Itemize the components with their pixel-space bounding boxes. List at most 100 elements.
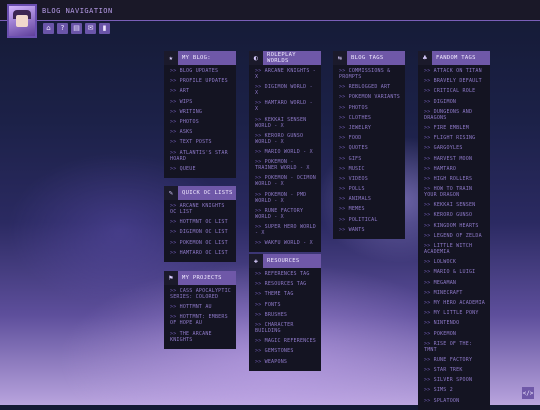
nav-link[interactable]: QUEUE xyxy=(170,166,232,172)
nav-link[interactable]: HOW TO TRAIN YOUR DRAGON xyxy=(424,186,486,198)
nav-link[interactable]: MY LITTLE PONY xyxy=(424,310,486,316)
nav-link[interactable]: LEGEND OF ZELDA xyxy=(424,233,486,239)
nav-link[interactable]: THE ARCANE KNIGHTS xyxy=(170,331,232,343)
nav-link[interactable]: HAMTARO WORLD - X xyxy=(255,100,317,112)
link-list: COMMISSIONS & PROMPTS REBLOGGED ART POKEMO… xyxy=(333,65,405,239)
nav-link[interactable]: ASKS xyxy=(170,129,232,135)
nav-link[interactable]: SIMS 2 xyxy=(424,387,486,393)
nav-link[interactable]: WANTS xyxy=(339,227,401,233)
nav-link[interactable]: HOTTMNT OC LIST xyxy=(170,219,232,225)
nav-link[interactable]: HIGH ROLLERS xyxy=(424,176,486,182)
nav-link[interactable]: SUPER HERO WORLD - X xyxy=(255,224,317,236)
nav-link[interactable]: GEMSTONES xyxy=(255,348,317,354)
box-title: FANDOM TAGS xyxy=(436,55,476,61)
nav-link[interactable]: RISE OF THE: TMNT xyxy=(424,341,486,353)
nav-link[interactable]: PHOTOS xyxy=(339,105,401,111)
nav-link[interactable]: DIGIMON WORLD - X xyxy=(255,84,317,96)
nav-link[interactable]: BRUSHES xyxy=(255,312,317,318)
nav-link[interactable]: HOTTMNT AU xyxy=(170,304,232,310)
nav-link[interactable]: TEXT POSTS xyxy=(170,139,232,145)
nav-link[interactable]: ATTACK ON TITAN xyxy=(424,68,486,74)
nav-link[interactable]: ATLANTIS'S STAR HOARD xyxy=(170,150,232,162)
nav-link[interactable]: POKEMON xyxy=(424,331,486,337)
nav-link[interactable]: POKEMON - TRAINER WORLD - X xyxy=(255,159,317,171)
nav-link[interactable]: ART xyxy=(170,88,232,94)
nav-link[interactable]: SPLATOON xyxy=(424,398,486,404)
nav-link[interactable]: VIDEOS xyxy=(339,176,401,182)
mail-icon[interactable]: ✉ xyxy=(85,23,96,34)
nav-link[interactable]: MUSIC xyxy=(339,166,401,172)
nav-link[interactable]: ANIMALS xyxy=(339,196,401,202)
nav-link[interactable]: KERORO GUNSO WORLD - X xyxy=(255,133,317,145)
nav-link[interactable]: REFERENCES TAG xyxy=(255,271,317,277)
code-button[interactable]: </> xyxy=(522,387,534,399)
nav-link[interactable]: DUNGEONS AND DRAGONS xyxy=(424,109,486,121)
nav-link[interactable]: GARGOYLES xyxy=(424,145,486,151)
nav-link[interactable]: FIRE EMBLEM xyxy=(424,125,486,131)
nav-link[interactable]: STAR TREK xyxy=(424,367,486,373)
nav-link[interactable]: POLITICAL xyxy=(339,217,401,223)
nav-link[interactable]: DIGIMON xyxy=(424,99,486,105)
nav-link[interactable]: GIFS xyxy=(339,156,401,162)
nav-link[interactable]: MINECRAFT xyxy=(424,290,486,296)
nav-link[interactable]: SILVER SPOON xyxy=(424,377,486,383)
nav-link[interactable]: FOOD xyxy=(339,135,401,141)
nav-link[interactable]: FONTS xyxy=(255,302,317,308)
nav-link[interactable]: POKEMON - OCIMON WORLD - X xyxy=(255,175,317,187)
nav-link[interactable]: MY HERO ACADEMIA xyxy=(424,300,486,306)
nav-link[interactable]: PHOTOS xyxy=(170,119,232,125)
nav-link[interactable]: POKEMON OC LIST xyxy=(170,240,232,246)
link-list: CASS APOCALYPTIC SERIES: COLORED HOTTMNT … xyxy=(164,285,236,349)
box-title: ROLEPLAY WORLDS xyxy=(266,52,296,64)
nav-link[interactable]: DIGIMON OC LIST xyxy=(170,229,232,235)
nav-link[interactable]: FLIGHT RISING xyxy=(424,135,486,141)
nav-link[interactable]: RUNE FACTORY WORLD - X xyxy=(255,208,317,220)
nav-link[interactable]: HAMTARO xyxy=(424,166,486,172)
nav-link[interactable]: KEKKAI SENSEN WORLD - X xyxy=(255,117,317,129)
help-icon[interactable]: ? xyxy=(57,23,68,34)
nav-link[interactable]: HAMTARO OC LIST xyxy=(170,250,232,256)
nav-link[interactable]: CLOTHES xyxy=(339,115,401,121)
avatar[interactable] xyxy=(7,4,37,38)
nav-link[interactable]: ARCANE KNIGHTS OC LIST xyxy=(170,203,232,215)
nav-link[interactable]: PROFILE UPDATES xyxy=(170,78,232,84)
nav-link[interactable]: MARIO WORLD - X xyxy=(255,149,317,155)
nav-link[interactable]: LOLWOCK xyxy=(424,259,486,265)
nav-link[interactable]: RUNE FACTORY xyxy=(424,357,486,363)
nav-link[interactable]: COMMISSIONS & PROMPTS xyxy=(339,68,401,80)
nav-link[interactable]: ARCANE KNIGHTS - X xyxy=(255,68,317,80)
nav-link[interactable]: MARIO & LUIGI xyxy=(424,269,486,275)
nav-link[interactable]: MAGIC REFERENCES xyxy=(255,338,317,344)
nav-link[interactable]: BRAVELY DEFAULT xyxy=(424,78,486,84)
nav-link[interactable]: QUOTES xyxy=(339,145,401,151)
nav-link[interactable]: HOTTMNT: EMBERS OF HOPE AU xyxy=(170,314,232,326)
nav-link[interactable]: CRITICAL ROLE xyxy=(424,88,486,94)
nav-link[interactable]: MEGAMAN xyxy=(424,280,486,286)
nav-link[interactable]: LITTLE WITCH ACADEMIA xyxy=(424,243,486,255)
nav-link[interactable]: POKEMON - PMD WORLD - X xyxy=(255,192,317,204)
nav-link[interactable]: REBLOGGED ART xyxy=(339,84,401,90)
nav-link[interactable]: KERORO GUNSO xyxy=(424,212,486,218)
nav-link[interactable]: WAKFU WORLD - X xyxy=(255,240,317,246)
nav-link[interactable]: KINGDOM HEARTS xyxy=(424,223,486,229)
box-title: BLOG TAGS xyxy=(351,55,384,61)
nav-link[interactable]: WEAPONS xyxy=(255,359,317,365)
nav-link[interactable]: CHARACTER BUILDING xyxy=(255,322,317,334)
nav-link[interactable]: WRITING xyxy=(170,109,232,115)
page-icon[interactable]: ▤ xyxy=(71,23,82,34)
my-blog-header: ★ MY BLOG: xyxy=(164,51,236,65)
nav-link[interactable]: WIPS xyxy=(170,99,232,105)
nav-link[interactable]: THEME TAG xyxy=(255,291,317,297)
nav-link[interactable]: BLOG UPDATES xyxy=(170,68,232,74)
nav-link[interactable]: CASS APOCALYPTIC SERIES: COLORED xyxy=(170,288,232,300)
nav-link[interactable]: RESOURCES TAG xyxy=(255,281,317,287)
nav-link[interactable]: POKEMON VARIANTS xyxy=(339,94,401,100)
nav-link[interactable]: KEKKAI SENSEN xyxy=(424,202,486,208)
nav-link[interactable]: JEWELRY xyxy=(339,125,401,131)
nav-link[interactable]: MEMES xyxy=(339,206,401,212)
nav-link[interactable]: HARVEST MOON xyxy=(424,156,486,162)
home-icon[interactable]: ⌂ xyxy=(43,23,54,34)
nav-link[interactable]: POLLS xyxy=(339,186,401,192)
bookmark-icon[interactable]: ▮ xyxy=(99,23,110,34)
nav-link[interactable]: NINTENDO xyxy=(424,320,486,326)
